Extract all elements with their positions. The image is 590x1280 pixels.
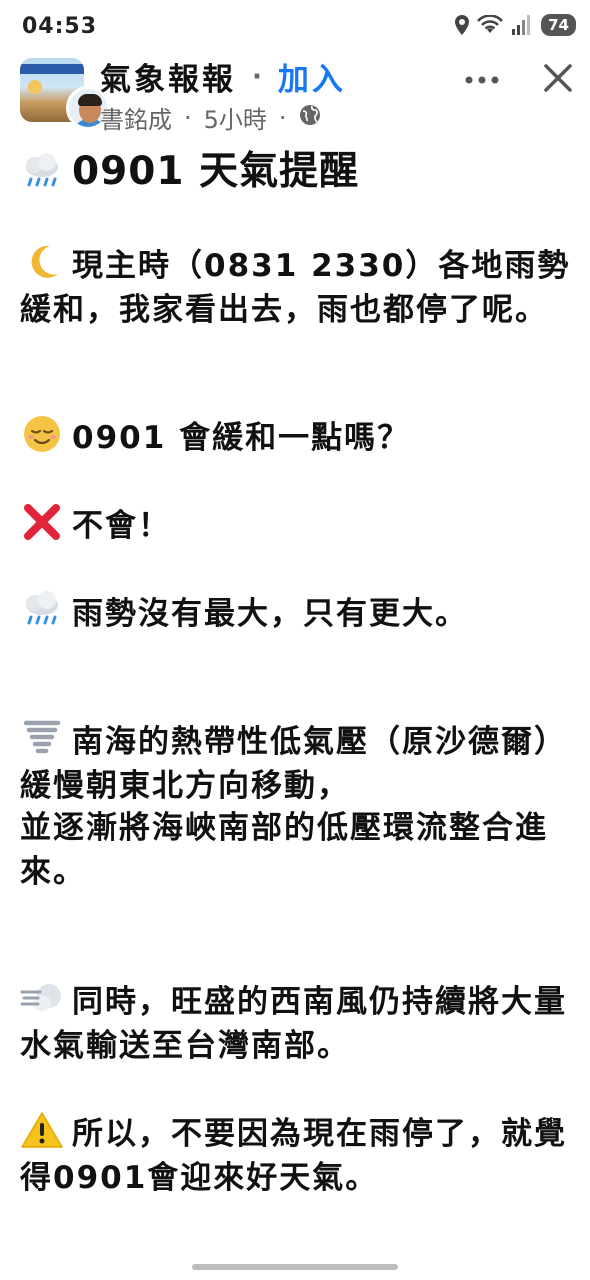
author-name-link[interactable]: 書銘成 xyxy=(100,100,172,135)
battery-icon: 74 xyxy=(541,14,576,36)
crescent-moon-icon xyxy=(20,242,66,282)
status-time: 04:53 xyxy=(22,14,98,39)
globe-icon xyxy=(299,104,321,132)
paragraph-text: 雨勢沒有最大，只有更大。 xyxy=(72,596,468,632)
home-indicator[interactable] xyxy=(192,1264,398,1270)
paragraph: 並逐漸將海峽南部的低壓環流整合進來。 xyxy=(20,806,576,894)
wind-icon xyxy=(20,978,66,1018)
warning-icon xyxy=(20,1110,66,1150)
relieved-face-icon xyxy=(20,414,66,454)
group-avatar-banner xyxy=(20,64,84,74)
paragraph: 所以，不要因為現在雨停了，就覺得0901會迎來好天氣。 xyxy=(20,1110,576,1200)
separator-dot: · xyxy=(252,61,262,92)
post-header: 氣象報報 · 加入 書銘成 · 5小時 · xyxy=(0,52,590,136)
paragraph-text: 南海的熱帶性低氣壓（原沙德爾）緩慢朝東北方向移動， xyxy=(20,724,567,804)
post-title-text: 0901 天氣提醒 xyxy=(72,149,360,194)
post-time[interactable]: 5小時 xyxy=(204,100,267,135)
signal-icon xyxy=(511,15,533,35)
avatar-hair xyxy=(78,94,102,106)
paragraph-text: 現主時（0831 2330）各地雨勢緩和，我家看出去，雨也都停了呢。 xyxy=(20,248,571,328)
paragraph: 0901 會緩和一點嗎？ xyxy=(20,414,576,460)
paragraph-text: 所以，不要因為現在雨停了，就覺得0901會迎來好天氣。 xyxy=(20,1116,567,1196)
join-button[interactable]: 加入 xyxy=(278,54,346,99)
meta-separator-dot: · xyxy=(278,103,287,132)
location-icon xyxy=(455,15,470,35)
close-button[interactable] xyxy=(538,58,578,98)
header-title-row: 氣象報報 · 加入 xyxy=(100,54,346,99)
paragraph: 雨勢沒有最大，只有更大。 xyxy=(20,590,576,636)
status-icons: 74 xyxy=(455,14,576,36)
status-bar: 04:53 74 xyxy=(0,0,590,52)
tornado-icon xyxy=(20,718,66,758)
group-avatar-sun xyxy=(28,80,42,94)
paragraph: 現主時（0831 2330）各地雨勢緩和，我家看出去，雨也都停了呢。 xyxy=(20,242,576,332)
paragraph-text: 並逐漸將海峽南部的低壓環流整合進來。 xyxy=(20,810,548,890)
paragraph-text: 同時，旺盛的西南風仍持續將大量水氣輸送至台灣南部。 xyxy=(20,984,567,1064)
wifi-icon xyxy=(477,15,504,35)
paragraph: 南海的熱帶性低氣壓（原沙德爾）緩慢朝東北方向移動， xyxy=(20,718,576,808)
paragraph-text: 0901 會緩和一點嗎？ xyxy=(72,420,411,456)
more-options-button[interactable] xyxy=(462,62,502,98)
paragraph: 不會！ xyxy=(20,502,576,548)
post-title: 0901 天氣提醒 xyxy=(20,140,359,204)
close-icon xyxy=(544,64,572,92)
group-name-link[interactable]: 氣象報報 xyxy=(100,54,236,99)
cloud-rain-icon xyxy=(20,590,66,630)
cloud-rain-icon xyxy=(20,152,66,192)
paragraph-text: 不會！ xyxy=(72,508,171,544)
post-meta: 書銘成 · 5小時 · xyxy=(100,100,321,135)
paragraph: 同時，旺盛的西南風仍持續將大量水氣輸送至台灣南部。 xyxy=(20,978,576,1068)
red-x-icon xyxy=(20,502,66,542)
meta-separator-dot: · xyxy=(184,103,192,132)
